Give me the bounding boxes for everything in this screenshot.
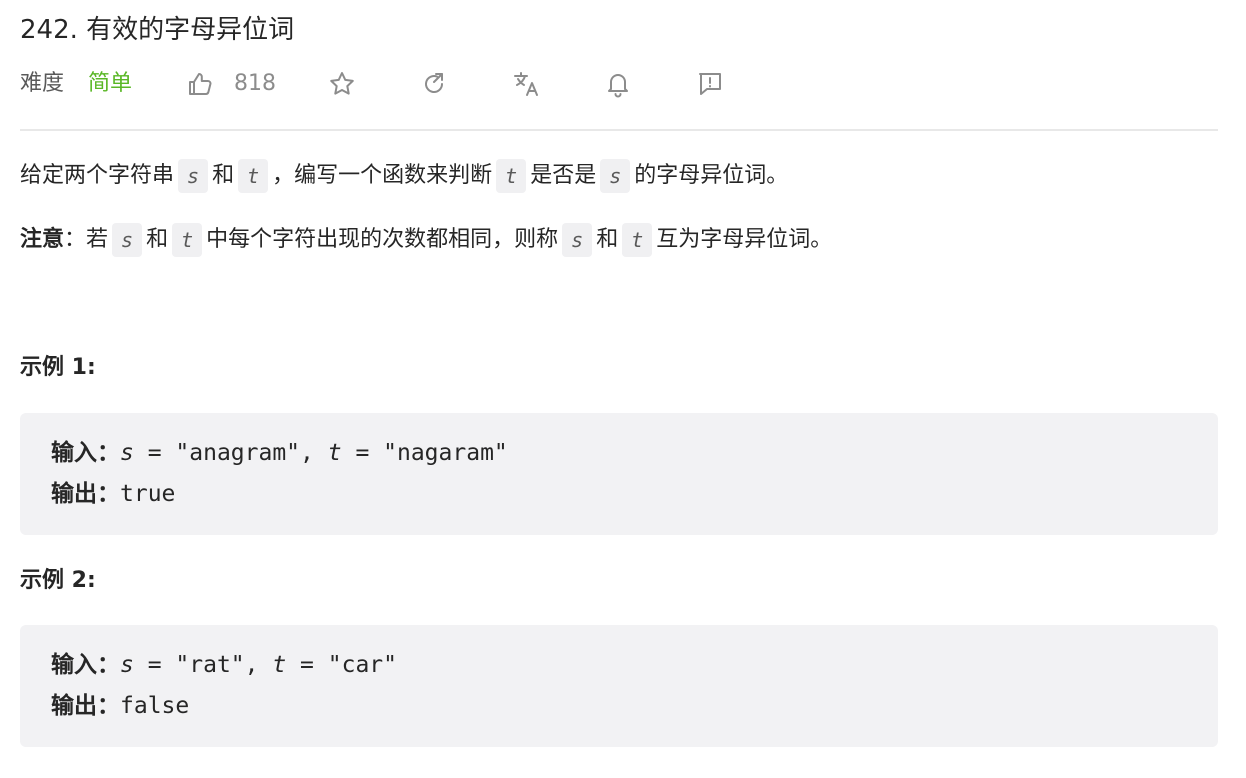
inline-code-s: s xyxy=(112,223,143,257)
input-var-s: s xyxy=(120,652,134,678)
output-value: false xyxy=(120,693,190,719)
like-count: 818 xyxy=(234,71,276,96)
output-label: 输出： xyxy=(51,481,120,507)
description-text: 是否是 xyxy=(530,163,597,188)
translate-icon xyxy=(514,72,538,96)
page-title: 242. 有效的字母异位词 xyxy=(20,15,295,45)
note-text: 互为字母异位词。 xyxy=(656,227,833,252)
inline-code-t: t xyxy=(172,223,203,257)
input-label: 输入： xyxy=(51,652,120,678)
inline-code-t: t xyxy=(622,223,653,257)
feedback-button[interactable] xyxy=(696,70,724,98)
example-input-line: 输入：s = "anagram", t = "nagaram" xyxy=(51,437,508,469)
example-code-block: 输入：s = "rat", t = "car" 输出：false xyxy=(20,625,1218,747)
difficulty-badge: 简单 xyxy=(88,71,133,96)
example-code-block: 输入：s = "anagram", t = "nagaram" 输出：true xyxy=(20,413,1218,535)
feedback-icon xyxy=(699,73,721,95)
translate-button[interactable] xyxy=(512,70,540,98)
header-divider xyxy=(20,129,1218,131)
bell-icon xyxy=(608,74,628,98)
favorite-button[interactable] xyxy=(328,70,356,98)
note-text: 和 xyxy=(596,227,619,252)
note-text: ：若 xyxy=(64,227,109,252)
inline-code-s: s xyxy=(562,223,593,257)
input-value: = "rat", xyxy=(133,652,273,678)
note-text: 中每个字符出现的次数都相同，则称 xyxy=(206,227,559,252)
description-text: 的字母异位词。 xyxy=(634,163,789,188)
note-label: 注意 xyxy=(20,227,65,252)
output-value: true xyxy=(120,481,176,507)
description-text: 给定两个字符串 xyxy=(20,163,175,188)
example-title: 示例 2: xyxy=(20,568,96,593)
inline-code-s: s xyxy=(178,159,209,193)
problem-meta-toolbar: 难度 简单 818 xyxy=(20,66,1218,102)
input-value: = "car" xyxy=(286,652,397,678)
input-var-t: t xyxy=(272,652,287,678)
inline-code-s: s xyxy=(600,159,631,193)
share-button[interactable] xyxy=(420,70,448,98)
share-icon xyxy=(425,73,443,93)
description-paragraph: 给定两个字符串 s 和 t ，编写一个函数来判断 t 是否是 s 的字母异位词。 xyxy=(20,158,788,194)
inline-code-t: t xyxy=(238,159,269,193)
input-value: = "anagram", xyxy=(133,440,328,466)
star-icon xyxy=(330,72,354,95)
example-output-line: 输出：false xyxy=(51,690,189,722)
note-paragraph: 注意：若 s 和 t 中每个字符出现的次数都相同，则称 s 和 t 互为字母异位词。 xyxy=(20,222,832,258)
input-label: 输入： xyxy=(51,440,120,466)
note-text: 和 xyxy=(146,227,169,252)
subscribe-button[interactable] xyxy=(604,70,632,98)
example-title: 示例 1: xyxy=(20,355,96,380)
description-text: ，编写一个函数来判断 xyxy=(272,163,493,188)
output-label: 输出： xyxy=(51,693,120,719)
difficulty-label: 难度 xyxy=(20,71,65,96)
input-var-t: t xyxy=(327,440,342,466)
example-output-line: 输出：true xyxy=(51,478,175,510)
description-text: 和 xyxy=(212,163,235,188)
input-value: = "nagaram" xyxy=(341,440,508,466)
inline-code-t: t xyxy=(496,159,527,193)
example-input-line: 输入：s = "rat", t = "car" xyxy=(51,649,397,681)
thumbs-up-icon xyxy=(189,73,212,95)
input-var-s: s xyxy=(120,440,134,466)
like-button[interactable] xyxy=(186,70,214,98)
